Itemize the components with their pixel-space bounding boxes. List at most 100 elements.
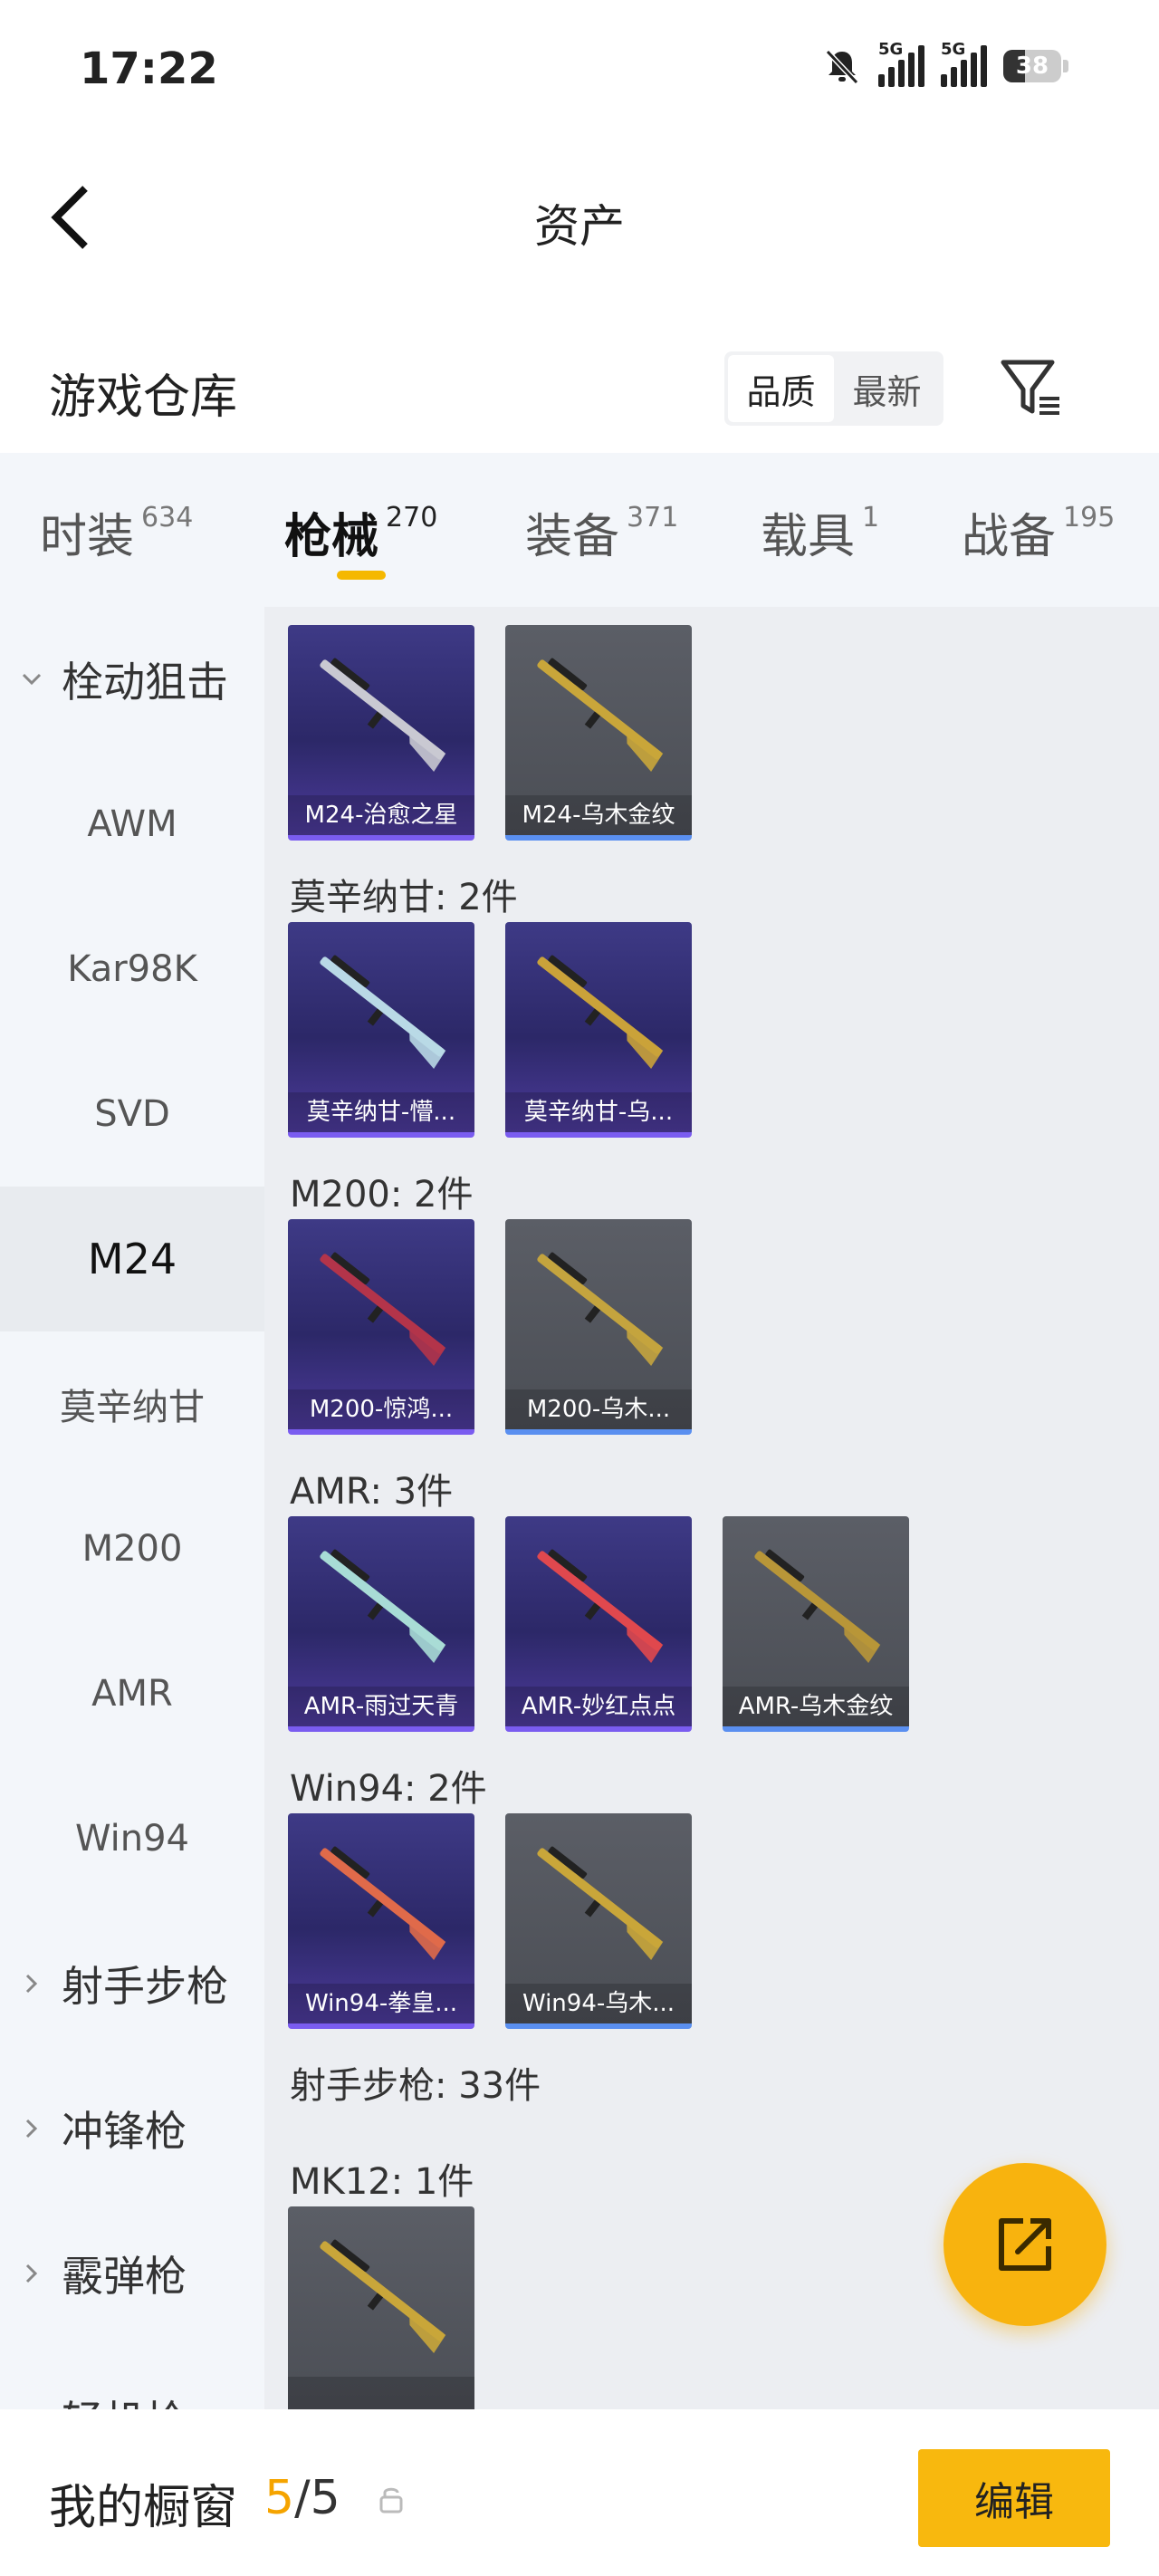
- sidebar-item-marksman[interactable]: 射手步枪: [0, 1911, 264, 2056]
- share-icon: [999, 2218, 1051, 2271]
- tab-guns[interactable]: 枪械 270: [284, 498, 437, 566]
- group-title: MK12: 1件: [290, 2161, 474, 2203]
- item-card[interactable]: 莫辛纳甘-懵...: [288, 922, 474, 1138]
- item-card[interactable]: AMR-乌木金纹: [723, 1516, 909, 1732]
- item-card[interactable]: [288, 2206, 474, 2409]
- sidebar-item-smg[interactable]: 冲锋枪: [0, 2056, 264, 2201]
- group-title: Win94: 2件: [290, 1768, 487, 1810]
- page-header: 资产: [0, 145, 1159, 290]
- status-bar: 17:22 5G 5G 38: [0, 0, 1159, 145]
- chevron-down-icon: [22, 673, 42, 686]
- sidebar-item-label: 轻机枪: [62, 2389, 187, 2409]
- group-title: AMR: 3件: [290, 1471, 454, 1513]
- item-card[interactable]: Win94-拳皇...: [288, 1813, 474, 2029]
- rifle-icon: [537, 1846, 664, 1960]
- rifle-icon: [537, 1549, 664, 1663]
- chevron-right-icon: [25, 2119, 38, 2139]
- item-name: AMR-乌木金纹: [723, 1687, 909, 1726]
- sidebar-item-svd[interactable]: SVD: [0, 1042, 264, 1187]
- sidebar-item-amr[interactable]: AMR: [0, 1621, 264, 1766]
- sidebar-item-label: 霰弹枪: [62, 2252, 187, 2301]
- sidebar-item-shotgun[interactable]: 霰弹枪: [0, 2201, 264, 2346]
- warehouse-title: 游戏仓库: [49, 370, 238, 425]
- rifle-icon: [537, 658, 664, 772]
- sort-toggle: 品质 最新: [724, 351, 943, 426]
- item-name: M24-治愈之星: [288, 795, 474, 835]
- showcase-label: 我的橱窗: [49, 2481, 238, 2535]
- showcase-count: 5/5: [264, 2471, 340, 2525]
- active-tab-indicator: [337, 571, 386, 580]
- tab-equipment[interactable]: 装备 371: [525, 498, 678, 566]
- status-icons: 5G 5G 38: [822, 40, 1068, 87]
- item-name: AMR-妙红点点: [505, 1687, 692, 1726]
- sidebar-item-awm[interactable]: AWM: [0, 752, 264, 897]
- battery-level: 38: [1015, 53, 1049, 80]
- item-name: [288, 2377, 474, 2409]
- bell-muted-icon: [825, 49, 859, 85]
- sidebar-item-win94[interactable]: Win94: [0, 1766, 264, 1911]
- share-button[interactable]: [943, 2163, 1106, 2326]
- group-title: M200: 2件: [290, 1174, 474, 1216]
- sort-quality-button[interactable]: 品质: [728, 355, 834, 422]
- item-name: Win94-拳皇...: [288, 1984, 474, 2023]
- sidebar-item-label: 栓动狙击: [62, 658, 228, 706]
- rifle-icon: [320, 1252, 446, 1366]
- item-card[interactable]: 莫辛纳甘-乌...: [505, 922, 692, 1138]
- item-card[interactable]: Win94-乌木...: [505, 1813, 692, 2029]
- sidebar-item-m200[interactable]: M200: [0, 1476, 264, 1621]
- item-name: M200-惊鸿...: [288, 1389, 474, 1429]
- sidebar-item-label: M24: [87, 1235, 177, 1283]
- item-name: 莫辛纳甘-懵...: [288, 1092, 474, 1132]
- rifle-icon: [320, 1846, 446, 1960]
- item-name: M200-乌木...: [505, 1389, 692, 1429]
- rifle-icon: [320, 1549, 446, 1663]
- item-grid: M24-治愈之星 M24-乌木金纹莫辛纳甘: 2件 莫辛纳甘-懵... 莫辛纳甘-乌.…: [264, 607, 1159, 2409]
- sidebar-item-label: AMR: [91, 1673, 173, 1715]
- item-name: AMR-雨过天青: [288, 1687, 474, 1726]
- sidebar-item-bolt-action[interactable]: 栓动狙击: [0, 607, 264, 752]
- tab-vehicles[interactable]: 载具 1: [761, 498, 879, 566]
- showcase-total: /5: [294, 2471, 340, 2525]
- sidebar-item-label: M200: [81, 1528, 183, 1570]
- bottom-bar: 我的橱窗 5/5 编辑: [0, 2409, 1159, 2576]
- item-card[interactable]: M24-治愈之星: [288, 625, 474, 841]
- sidebar-item-kar98k[interactable]: Kar98K: [0, 897, 264, 1042]
- page-title: 资产: [534, 200, 625, 253]
- signal-2-icon: 5G: [941, 40, 987, 87]
- sidebar-item-lmg[interactable]: 轻机枪: [0, 2346, 264, 2409]
- rifle-icon: [320, 658, 446, 772]
- rifle-icon: [320, 2239, 446, 2353]
- item-card[interactable]: AMR-雨过天青: [288, 1516, 474, 1732]
- item-card[interactable]: M24-乌木金纹: [505, 625, 692, 841]
- rifle-icon: [754, 1549, 881, 1663]
- item-name: M24-乌木金纹: [505, 795, 692, 835]
- item-card[interactable]: AMR-妙红点点: [505, 1516, 692, 1732]
- category-tabs: 时装 634 枪械 270 装备 371 载具 1 战备 195: [0, 453, 1159, 607]
- status-time: 17:22: [80, 43, 218, 94]
- lock-icon: [379, 2487, 403, 2514]
- group-title: 射手步枪: 33件: [290, 2065, 541, 2107]
- edit-button[interactable]: 编辑: [918, 2449, 1110, 2547]
- sidebar-item-label: SVD: [94, 1093, 170, 1135]
- sidebar-item-label: Win94: [74, 1818, 190, 1860]
- tab-fashion[interactable]: 时装 634: [40, 498, 193, 566]
- sidebar-item-label: 莫辛纳甘: [60, 1387, 205, 1428]
- battery-icon: 38: [1003, 50, 1068, 82]
- tab-supplies[interactable]: 战备 195: [962, 498, 1115, 566]
- rifle-icon: [537, 1252, 664, 1366]
- item-card[interactable]: M200-惊鸿...: [288, 1219, 474, 1435]
- item-name: 莫辛纳甘-乌...: [505, 1092, 692, 1132]
- sidebar-item-label: 冲锋枪: [62, 2107, 187, 2156]
- rifle-icon: [320, 955, 446, 1069]
- chevron-right-icon: [25, 1974, 38, 1994]
- group-title: 莫辛纳甘: 2件: [290, 877, 518, 918]
- filter-icon[interactable]: [996, 353, 1068, 426]
- sidebar-item-m24[interactable]: M24: [0, 1187, 264, 1331]
- sidebar-item-label: AWM: [87, 803, 177, 845]
- item-card[interactable]: M200-乌木...: [505, 1219, 692, 1435]
- sort-newest-button[interactable]: 最新: [834, 355, 940, 422]
- signal-1-icon: 5G: [878, 40, 924, 87]
- sidebar-item-mosin[interactable]: 莫辛纳甘: [0, 1331, 264, 1476]
- warehouse-header: 游戏仓库 品质 最新: [0, 326, 1159, 453]
- sidebar: 栓动狙击 AWM Kar98K SVD M24 莫辛纳甘 M200 AMR Wi…: [0, 607, 264, 2409]
